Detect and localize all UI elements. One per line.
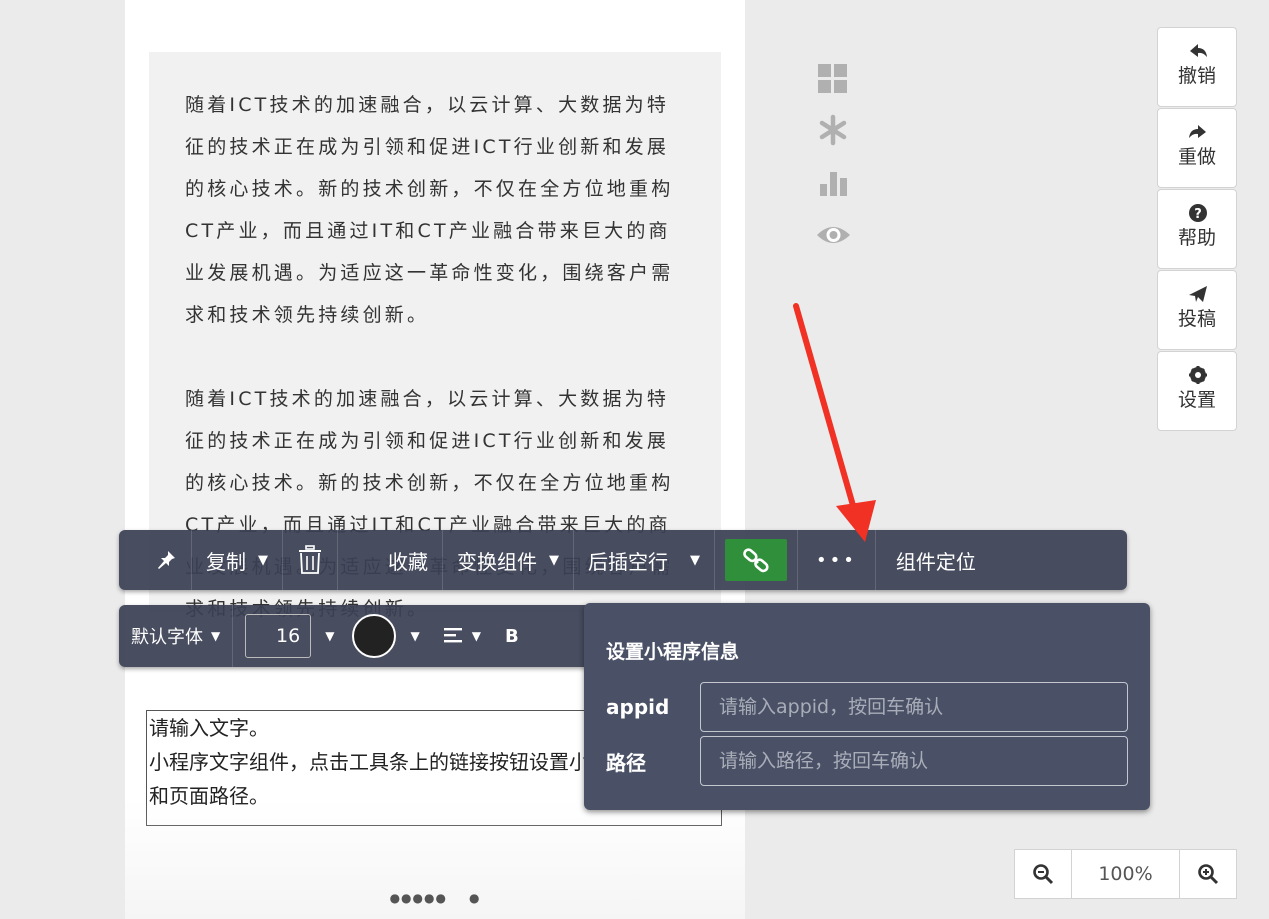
font-family-label: 默认字体 <box>131 627 203 648</box>
path-row: 路径 <box>606 736 1128 786</box>
locate-component-button[interactable]: 组件定位 <box>876 530 990 590</box>
bar-chart-icon[interactable] <box>814 164 854 216</box>
submit-button[interactable]: 投稿 <box>1157 270 1237 350</box>
right-toolbar: 撤销 重做 ? 帮助 投稿 设置 <box>1157 27 1237 432</box>
page-indicator[interactable]: ●●●●● ● <box>125 891 745 905</box>
help-button[interactable]: ? 帮助 <box>1157 189 1237 269</box>
page-dot: ● <box>468 891 481 905</box>
paper-plane-icon <box>1158 271 1236 307</box>
transform-label: 变换组件 <box>457 549 537 574</box>
question-circle-icon: ? <box>1158 190 1236 226</box>
gear-icon <box>1158 352 1236 388</box>
popup-title: 设置小程序信息 <box>606 641 740 663</box>
align-select[interactable]: ▼ <box>432 605 493 667</box>
chevron-down-icon: ▼ <box>325 629 335 643</box>
pin-button[interactable] <box>119 530 192 590</box>
settings-button[interactable]: 设置 <box>1157 351 1237 431</box>
zoom-out-icon <box>1032 863 1054 885</box>
undo-icon <box>1158 28 1236 64</box>
help-label: 帮助 <box>1177 227 1216 249</box>
insert-line-after-button[interactable]: 后插空行 ▼ <box>574 530 715 590</box>
mini-program-popup: 设置小程序信息 appid 路径 <box>584 603 1150 810</box>
link-icon <box>741 545 771 575</box>
asterisk-icon[interactable] <box>814 112 854 164</box>
submit-label: 投稿 <box>1177 308 1216 330</box>
copy-button[interactable]: 复制 ▼ <box>192 530 283 590</box>
font-family-select[interactable]: 默认字体 ▼ <box>119 605 234 667</box>
path-input[interactable] <box>700 736 1128 786</box>
chevron-down-icon: ▼ <box>410 629 420 643</box>
color-swatch <box>352 614 397 658</box>
undo-label: 撤销 <box>1177 65 1216 87</box>
settings-label: 设置 <box>1177 389 1216 411</box>
delete-button[interactable] <box>283 530 338 590</box>
chevron-down-icon: ▼ <box>549 552 559 568</box>
appid-label: appid <box>606 695 670 719</box>
more-label: ••• <box>816 549 857 571</box>
appid-input[interactable] <box>700 682 1128 732</box>
zoom-in-button[interactable] <box>1179 849 1237 899</box>
redo-label: 重做 <box>1177 146 1216 168</box>
component-toolbar: 复制 ▼ 收藏 变换组件 ▼ 后插空行 ▼ ••• 组件定位 <box>119 530 1127 590</box>
pin-icon <box>155 549 177 571</box>
font-size-input[interactable]: 16 <box>245 614 312 658</box>
locate-label: 组件定位 <box>895 549 976 574</box>
page-dots: ●●●●● <box>389 891 447 905</box>
bold-button[interactable]: B <box>493 605 531 667</box>
zoom-controls: 100% <box>1014 849 1237 899</box>
link-button-cell <box>715 530 798 590</box>
redo-button[interactable]: 重做 <box>1157 108 1237 188</box>
trash-icon <box>297 545 323 575</box>
article-paragraph-2: 随着ICT技术的加速融合，以云计算、大数据为特征的技术正在成为引领和促进ICT行… <box>185 388 674 620</box>
svg-text:?: ? <box>1194 207 1202 222</box>
article-block[interactable]: 随着ICT技术的加速融合，以云计算、大数据为特征的技术正在成为引领和促进ICT行… <box>149 52 721 620</box>
undo-button[interactable]: 撤销 <box>1157 27 1237 107</box>
bold-label: B <box>504 625 519 647</box>
copy-label: 复制 <box>206 549 246 574</box>
path-label: 路径 <box>606 750 646 775</box>
transform-component-button[interactable]: 变换组件 ▼ <box>443 530 574 590</box>
font-size-select[interactable]: 16 ▼ <box>233 605 340 667</box>
zoom-value: 100% <box>1072 849 1179 899</box>
side-icon-bar <box>814 60 854 268</box>
eye-icon[interactable] <box>814 216 854 268</box>
zoom-out-button[interactable] <box>1014 849 1072 899</box>
insert-after-label: 后插空行 <box>588 549 668 574</box>
chevron-down-icon: ▼ <box>211 629 221 643</box>
grid-icon[interactable] <box>814 60 854 112</box>
align-left-icon <box>443 628 464 644</box>
chevron-down-icon: ▼ <box>690 552 700 568</box>
link-button[interactable] <box>725 539 787 581</box>
chevron-down-icon: ▼ <box>258 552 268 568</box>
chevron-down-icon: ▼ <box>471 629 481 643</box>
favorite-button[interactable]: 收藏 <box>338 530 443 590</box>
favorite-label: 收藏 <box>388 549 428 574</box>
text-color-picker[interactable]: ▼ <box>340 605 431 667</box>
zoom-in-icon <box>1197 863 1219 885</box>
article-paragraph-1: 随着ICT技术的加速融合，以云计算、大数据为特征的技术正在成为引领和促进ICT行… <box>185 94 674 326</box>
appid-row: appid <box>606 682 1128 732</box>
more-button[interactable]: ••• <box>798 530 876 590</box>
redo-icon <box>1158 109 1236 145</box>
